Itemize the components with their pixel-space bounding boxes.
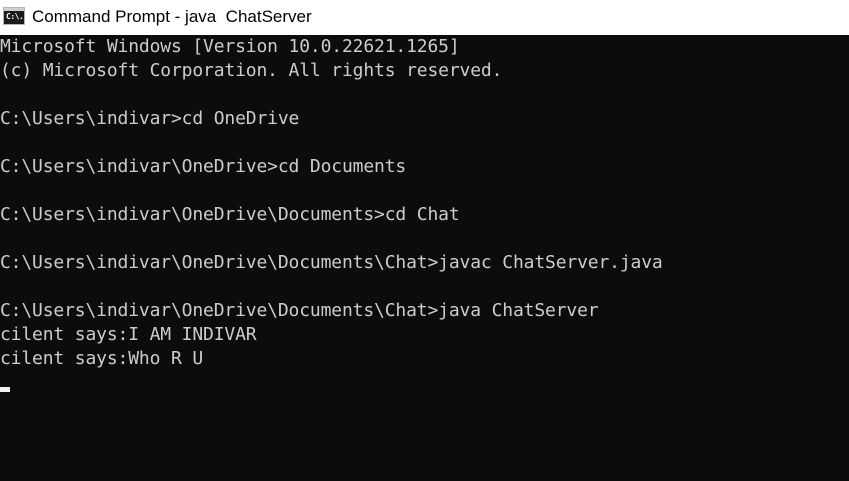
console-line: C:\Users\indivar>cd OneDrive [0,108,300,129]
text-cursor [0,387,10,392]
console-output[interactable]: Microsoft Windows [Version 10.0.22621.12… [0,35,849,481]
window-title: Command Prompt - java ChatServer [32,7,312,26]
console-line: C:\Users\indivar\OneDrive>cd Documents [0,156,407,177]
cmd-icon[interactable]: C:\. [3,7,25,25]
console-line: C:\Users\indivar\OneDrive\Documents\Chat… [0,300,599,321]
console-line: (c) Microsoft Corporation. All rights re… [0,60,503,81]
console-line: C:\Users\indivar\OneDrive\Documents\Chat… [0,252,663,273]
console-line: cilent says:Who R U [0,348,204,369]
command-prompt-window: C:\. Command Prompt - java ChatServer Mi… [0,0,849,481]
cmd-icon-bar [4,8,24,11]
console-line: C:\Users\indivar\OneDrive\Documents>cd C… [0,204,460,225]
console-line: cilent says:I AM INDIVAR [0,324,257,345]
title-bar[interactable]: C:\. Command Prompt - java ChatServer [0,0,849,35]
console-line: Microsoft Windows [Version 10.0.22621.12… [0,36,460,57]
cmd-icon-text: C:\. [6,12,24,21]
